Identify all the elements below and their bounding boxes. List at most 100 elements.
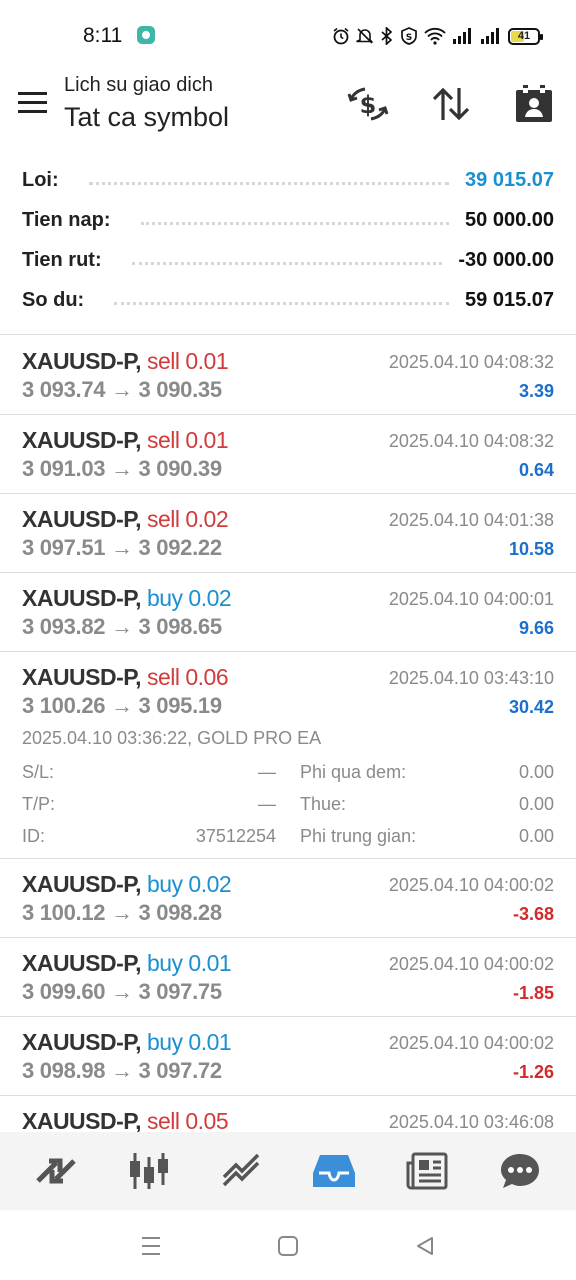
chart-candles-icon[interactable] <box>119 1141 179 1201</box>
detail-value: 0.00 <box>518 826 554 846</box>
summary-withdrawal-row: Tien rut: -30 000.00 <box>0 240 576 280</box>
home-square-icon[interactable] <box>274 1232 302 1260</box>
trade-time: 2025.04.10 04:00:02 <box>388 875 554 895</box>
trade-row[interactable]: XAUUSD-P, sell 0.01 3 093.74 → 3 090.35 … <box>0 336 576 415</box>
trade-symbol: XAUUSD-P, <box>22 664 142 690</box>
detail-row-id: ID: 37512254 Phi trung gian: 0.00 <box>0 826 576 858</box>
trade-time: 2025.04.10 03:43:10 <box>388 668 554 688</box>
trade-volume: 0.05 <box>185 1108 229 1132</box>
trade-icon[interactable] <box>212 1141 272 1201</box>
history-inbox-icon[interactable] <box>304 1141 364 1201</box>
svg-text:S: S <box>406 33 412 43</box>
trade-row[interactable]: XAUUSD-P, sell 0.02 3 097.51 → 3 092.22 … <box>0 494 576 573</box>
trade-symbol: XAUUSD-P, <box>22 506 142 532</box>
battery-level: 41 <box>517 30 531 42</box>
detail-value: — <box>258 762 276 782</box>
summary-label: Tien nap: <box>22 208 119 232</box>
trade-volume: 0.01 <box>188 1029 232 1055</box>
trade-prices: 3 093.74 → 3 090.35 <box>22 377 222 402</box>
trade-prices: 3 097.51 → 3 092.22 <box>22 535 222 560</box>
detail-label: Phi qua dem: <box>300 762 407 782</box>
trade-row[interactable]: XAUUSD-P, sell 0.01 3 091.03 → 3 090.39 … <box>0 415 576 494</box>
trade-time: 2025.04.10 04:08:32 <box>388 431 554 451</box>
recents-menu-icon[interactable] <box>137 1232 165 1260</box>
quotes-icon[interactable] <box>26 1141 86 1201</box>
trade-row-expanded[interactable]: XAUUSD-P, sell 0.06 3 100.26 → 3 095.19 … <box>0 652 576 859</box>
trade-profit: -1.26 <box>512 1062 554 1082</box>
currency-exchange-icon[interactable]: $ <box>346 82 390 126</box>
trade-row[interactable]: XAUUSD-P, buy 0.02 3 100.12 → 3 098.28 2… <box>0 859 576 938</box>
detail-value: 37512254 <box>195 826 276 846</box>
trade-symbol-line: XAUUSD-P, sell 0.06 <box>22 664 229 691</box>
trade-side: buy <box>146 1029 183 1055</box>
svg-text:$: $ <box>360 91 377 119</box>
trade-prices: 3 091.03 → 3 090.39 <box>22 456 222 481</box>
detail-row-sl: S/L: — Phi qua dem: 0.00 <box>0 762 576 794</box>
summary-deposit-row: Tien nap: 50 000.00 <box>0 200 576 240</box>
battery-icon: 41 <box>508 27 543 45</box>
trade-symbol-line: XAUUSD-P, buy 0.01 <box>22 950 232 977</box>
app-icon <box>137 26 155 44</box>
trade-side: buy <box>146 950 183 976</box>
trade-volume: 0.02 <box>185 506 229 532</box>
trade-symbol-line: XAUUSD-P, sell 0.01 <box>22 348 229 375</box>
detail-label: Thue: <box>300 794 347 814</box>
detail-value: — <box>258 794 276 814</box>
chat-icon[interactable] <box>490 1141 550 1201</box>
trade-profit: 10.58 <box>508 539 554 559</box>
summary-balance-row: So du: 59 015.07 <box>0 280 576 320</box>
trade-symbol: XAUUSD-P, <box>22 348 142 374</box>
trade-time: 2025.04.10 04:00:02 <box>388 954 554 974</box>
app-header: Lich su giao dich Tat ca symbol $ <box>0 70 576 150</box>
trade-symbol-line: XAUUSD-P, buy 0.02 <box>22 871 232 898</box>
header-subtitle: Lich su giao dich <box>64 74 213 96</box>
trade-volume: 0.06 <box>185 664 229 690</box>
account-summary: Loi: 39 015.07 Tien nap: 50 000.00 Tien … <box>0 160 576 320</box>
back-triangle-icon[interactable] <box>411 1232 439 1260</box>
trade-volume: 0.01 <box>185 427 229 453</box>
shield-icon: S <box>401 27 417 45</box>
trade-symbol-line: XAUUSD-P, sell 0.05 <box>22 1108 229 1132</box>
status-time: 8:11 <box>83 24 123 47</box>
header-title[interactable]: Tat ca symbol <box>64 102 229 133</box>
hamburger-menu-icon[interactable] <box>18 92 48 114</box>
trade-volume: 0.01 <box>185 348 229 374</box>
status-bar: 8:11 S 41 <box>0 0 576 70</box>
trade-profit: 0.64 <box>518 460 554 480</box>
trade-row[interactable]: XAUUSD-P, buy 0.01 3 099.60 → 3 097.75 2… <box>0 938 576 1017</box>
detail-value: 0.00 <box>518 762 554 782</box>
trade-symbol: XAUUSD-P, <box>22 871 142 897</box>
trade-profit: 30.42 <box>508 697 554 717</box>
trade-row-partial[interactable]: XAUUSD-P, sell 0.05 2025.04.10 03:46:08 <box>0 1096 576 1132</box>
dotted-leader <box>140 221 450 225</box>
summary-label: So du: <box>22 288 93 312</box>
trade-time: 2025.04.10 04:00:02 <box>388 1033 554 1053</box>
trade-symbol-line: XAUUSD-P, sell 0.02 <box>22 506 229 533</box>
trade-row[interactable]: XAUUSD-P, buy 0.01 3 098.98 → 3 097.72 2… <box>0 1017 576 1096</box>
trade-symbol: XAUUSD-P, <box>22 585 142 611</box>
signal-icon-2 <box>481 28 499 44</box>
trade-symbol-line: XAUUSD-P, sell 0.01 <box>22 427 229 454</box>
trade-volume: 0.02 <box>188 585 232 611</box>
summary-value: 59 015.07 <box>465 288 554 311</box>
trade-symbol-line: XAUUSD-P, buy 0.01 <box>22 1029 232 1056</box>
trade-row[interactable]: XAUUSD-P, buy 0.02 3 093.82 → 3 098.65 2… <box>0 573 576 652</box>
trade-prices: 3 100.26 → 3 095.19 <box>22 693 222 718</box>
news-icon[interactable] <box>397 1141 457 1201</box>
dotted-leader <box>88 181 450 185</box>
summary-value: -30 000.00 <box>458 248 554 271</box>
trade-history-list[interactable]: XAUUSD-P, sell 0.01 3 093.74 → 3 090.35 … <box>0 336 576 1132</box>
mute-icon <box>356 28 374 44</box>
trade-time: 2025.04.10 03:46:08 <box>388 1112 554 1132</box>
detail-value: 0.00 <box>518 794 554 814</box>
trade-side: sell <box>146 427 180 453</box>
trade-symbol: XAUUSD-P, <box>22 1108 142 1132</box>
detail-label: ID: <box>22 826 46 846</box>
trade-prices: 3 093.82 → 3 098.65 <box>22 614 222 639</box>
trade-prices: 3 100.12 → 3 098.28 <box>22 900 222 925</box>
bottom-navigation <box>0 1132 576 1210</box>
sort-icon[interactable] <box>429 82 473 126</box>
calendar-icon[interactable] <box>512 82 556 126</box>
trade-side: buy <box>146 871 183 897</box>
bluetooth-icon <box>381 27 393 45</box>
